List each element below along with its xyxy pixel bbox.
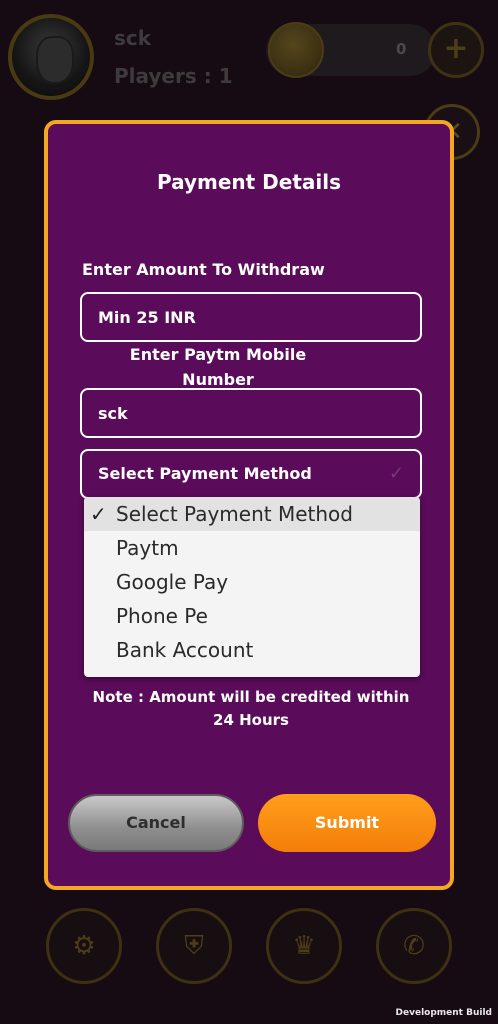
dropdown-option[interactable]: Phone Pe [84,599,420,633]
avatar[interactable] [8,14,94,100]
dropdown-option-label: Bank Account [116,638,254,662]
bottom-nav: ⚙ ⛨ ♛ ✆ [0,908,498,992]
paytm-number-label: Enter Paytm Mobile Number [129,345,307,389]
dropdown-option[interactable]: Paytm [84,531,420,565]
credit-note: Note : Amount will be credited within 24… [92,688,410,729]
amount-label: Enter Amount To Withdraw [82,260,325,279]
whatsapp-icon: ✆ [403,931,425,961]
submit-button[interactable]: Submit [258,794,436,852]
players-count: Players : 1 [114,64,233,88]
development-build-label: Development Build [395,1008,492,1018]
modal-title: Payment Details [156,170,342,194]
dropdown-option[interactable]: Google Pay [84,565,420,599]
dropdown-option-label: Paytm [116,536,179,560]
amount-input[interactable] [80,292,422,342]
check-icon: ✓ [90,502,107,526]
coin-icon [268,22,324,78]
crown-icon: ♛ [292,931,316,961]
coin-count: 0 [396,40,407,58]
dropdown-option-label: Google Pay [116,570,229,594]
privacy-button[interactable]: ⛨ [156,908,232,984]
check-icon: ✓ [388,463,404,484]
payment-method-select[interactable]: Select Payment Method ✓ [80,449,422,499]
dropdown-option[interactable]: ✓ Select Payment Method [84,497,420,531]
dropdown-option-label: Select Payment Method [116,502,353,526]
payment-method-selected: Select Payment Method [98,464,312,483]
cancel-button[interactable]: Cancel [68,794,244,852]
shield-check-icon: ⛨ [184,931,204,961]
top-bar: sck Players : 1 0 + [0,0,498,110]
dropdown-option-label: Phone Pe [116,604,208,628]
whatsapp-button[interactable]: ✆ [376,908,452,984]
settings-button[interactable]: ⚙ [46,908,122,984]
paytm-number-input[interactable] [80,388,422,438]
player-name: sck [114,26,152,50]
plus-icon: + [443,31,469,66]
payment-method-dropdown: ✓ Select Payment Method Paytm Google Pay… [84,497,420,677]
payment-details-modal: Payment Details Enter Amount To Withdraw… [44,120,454,890]
dropdown-option[interactable]: Bank Account [84,633,420,667]
avatar-face [36,36,74,84]
leaderboard-button[interactable]: ♛ [266,908,342,984]
gear-icon: ⚙ [72,931,96,961]
add-coins-button[interactable]: + [428,22,484,78]
